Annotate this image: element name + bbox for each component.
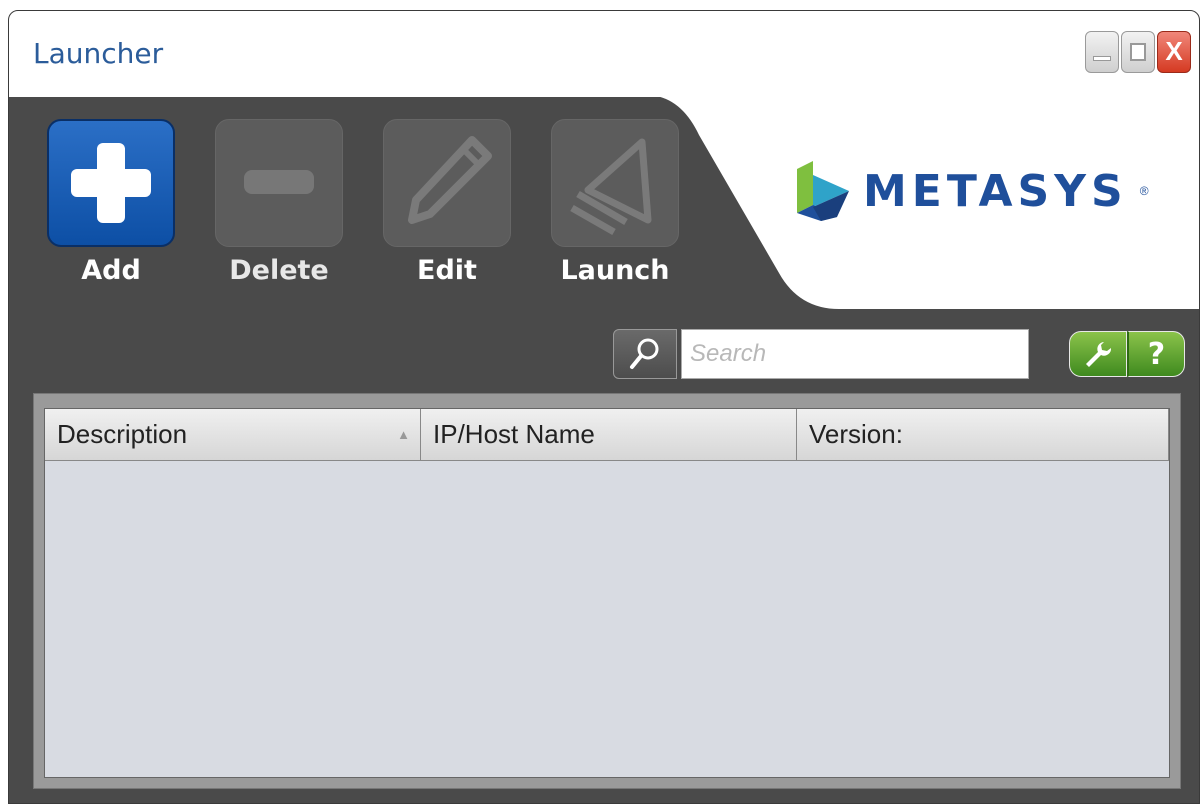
help-button[interactable]: ?	[1127, 331, 1185, 377]
add-button[interactable]: Add	[47, 119, 175, 286]
column-header-label: Description	[57, 419, 188, 449]
search-input[interactable]	[681, 329, 1029, 379]
title-bar: Launcher X	[9, 11, 1199, 97]
column-header-version[interactable]: Version:	[797, 409, 1169, 460]
sites-table: Description ▲ IP/Host Name Version:	[44, 408, 1170, 778]
table-header: Description ▲ IP/Host Name Version:	[45, 409, 1169, 461]
launch-icon	[551, 119, 679, 247]
launcher-window: Launcher X METASYS ® Add Delete Edit Lau…	[8, 10, 1200, 804]
edit-label: Edit	[417, 255, 477, 286]
close-icon: X	[1165, 36, 1183, 66]
search-bar	[613, 329, 1029, 379]
window-controls: X	[1085, 31, 1191, 73]
utility-buttons: ?	[1069, 331, 1185, 377]
delete-label: Delete	[229, 255, 329, 286]
maximize-button[interactable]	[1121, 31, 1155, 73]
delete-button[interactable]: Delete	[215, 119, 343, 286]
launch-label: Launch	[560, 255, 670, 286]
add-icon	[47, 119, 175, 247]
sort-ascending-icon: ▲	[397, 427, 410, 442]
close-button[interactable]: X	[1157, 31, 1191, 73]
minimize-button[interactable]	[1085, 31, 1119, 73]
column-header-label: IP/Host Name	[433, 419, 595, 449]
add-label: Add	[81, 255, 141, 286]
column-header-host[interactable]: IP/Host Name	[421, 409, 797, 460]
minus-icon	[215, 119, 343, 247]
column-header-description[interactable]: Description ▲	[45, 409, 421, 460]
window-title: Launcher	[33, 37, 164, 70]
metasys-logo-mark	[797, 161, 849, 221]
table-frame: Description ▲ IP/Host Name Version:	[33, 393, 1181, 789]
edit-button[interactable]: Edit	[383, 119, 511, 286]
pencil-icon	[383, 119, 511, 247]
launch-button[interactable]: Launch	[551, 119, 679, 286]
search-button[interactable]	[613, 329, 677, 379]
metasys-logo: METASYS ®	[795, 161, 1149, 221]
wrench-icon	[1086, 342, 1112, 367]
logo-text: METASYS	[863, 165, 1128, 217]
minimize-icon	[1093, 56, 1111, 61]
help-icon: ?	[1147, 336, 1166, 372]
search-icon	[630, 338, 659, 369]
registered-mark: ®	[1139, 184, 1149, 198]
settings-button[interactable]	[1069, 331, 1127, 377]
maximize-icon	[1130, 43, 1146, 61]
column-header-label: Version:	[809, 419, 903, 449]
